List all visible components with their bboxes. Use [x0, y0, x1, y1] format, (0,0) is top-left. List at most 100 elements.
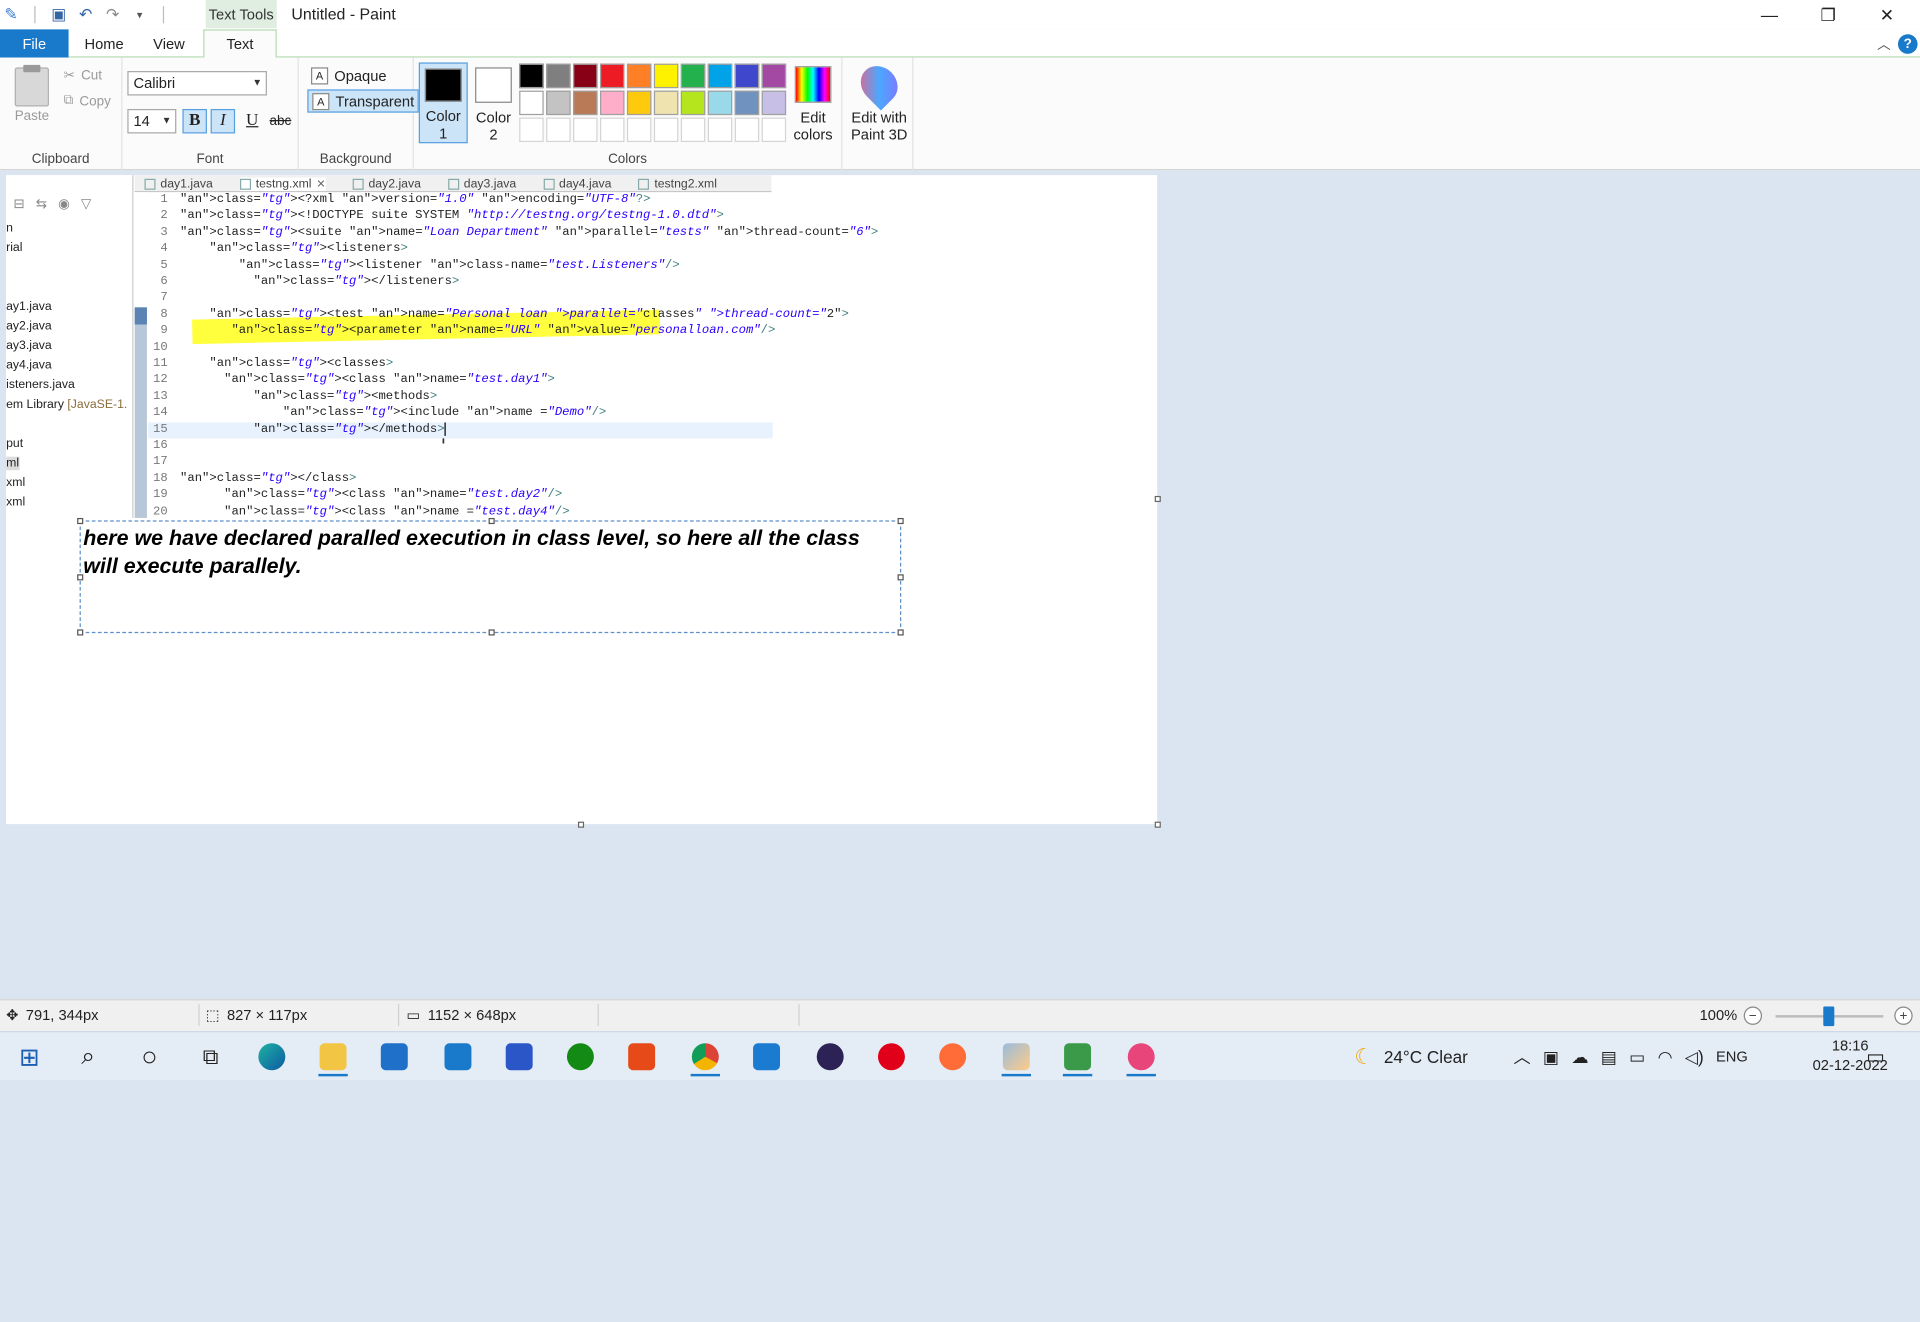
edit-colors-button[interactable]: Edit colors [789, 62, 838, 143]
custom-color-slot[interactable] [761, 117, 787, 143]
meet-icon[interactable]: ▣ [1543, 1046, 1559, 1067]
wifi-icon[interactable]: ◠ [1658, 1046, 1673, 1067]
resize-handle[interactable] [897, 629, 904, 636]
file-explorer-icon[interactable] [309, 1037, 358, 1077]
palette-swatch[interactable] [680, 90, 706, 116]
tab-view[interactable]: View [142, 29, 196, 57]
paste-icon[interactable] [14, 64, 49, 107]
canvas-resize-handle[interactable] [1154, 495, 1161, 503]
color1-button[interactable]: Color 1 [418, 62, 468, 144]
resize-handle[interactable] [897, 517, 904, 525]
palette-swatch[interactable] [519, 63, 544, 89]
canvas-resize-handle[interactable] [1154, 821, 1161, 828]
resize-handle[interactable] [488, 517, 495, 525]
custom-color-slot[interactable] [653, 117, 679, 143]
mail-icon[interactable] [433, 1037, 482, 1076]
edit-with-paint3d-button[interactable]: Edit with Paint 3D [850, 58, 909, 143]
palette-swatch[interactable] [600, 63, 625, 89]
custom-color-slot[interactable] [626, 117, 652, 143]
custom-color-slot[interactable] [680, 117, 706, 143]
app-icon[interactable] [742, 1037, 791, 1076]
palette-swatch[interactable] [734, 90, 760, 116]
tab-file[interactable]: File [0, 29, 69, 58]
custom-color-slot[interactable] [734, 117, 760, 143]
language-indicator[interactable]: ENG [1716, 1048, 1748, 1065]
zoom-slider-thumb[interactable] [1823, 1006, 1835, 1027]
font-size-select[interactable]: 14 ▼ [127, 108, 177, 134]
cloud-icon[interactable]: ☁ [1571, 1046, 1588, 1067]
office-icon[interactable] [617, 1037, 666, 1076]
paste-button[interactable]: Paste [15, 109, 49, 124]
color2-button[interactable]: Color 2 [469, 62, 518, 143]
search-icon[interactable]: ⌕ [64, 1037, 113, 1076]
start-windows-icon[interactable]: ⊞ [5, 1037, 54, 1076]
palette-swatch[interactable] [573, 63, 598, 89]
restore-button[interactable]: ❐ [1800, 0, 1856, 29]
strikethrough-button[interactable]: abc [268, 109, 292, 133]
customize-dropdown-icon[interactable]: ▾ [129, 4, 151, 26]
tab-text[interactable]: Text [203, 29, 277, 59]
palette-swatch[interactable] [653, 63, 679, 89]
azure-icon[interactable] [495, 1037, 544, 1076]
text-box-content[interactable]: here we have declared paralled execution… [83, 524, 891, 580]
italic-button[interactable]: I [210, 108, 236, 134]
chevron-up-icon[interactable]: ︿ [1513, 1044, 1530, 1068]
resize-handle[interactable] [897, 574, 904, 581]
palette-swatch[interactable] [573, 90, 598, 116]
custom-color-slot[interactable] [573, 117, 598, 143]
close-button[interactable]: ✕ [1859, 0, 1915, 29]
notifications-icon[interactable]: ▭ [1866, 1032, 1885, 1080]
undo-icon[interactable]: ↶ [75, 4, 97, 26]
zoom-out-button[interactable]: − [1743, 1006, 1763, 1025]
paint-taskbar-icon[interactable] [992, 1037, 1041, 1077]
zoom-in-button[interactable]: + [1894, 1006, 1913, 1025]
palette-swatch[interactable] [707, 63, 733, 89]
collapse-ribbon-icon[interactable]: ︿ [1877, 34, 1890, 54]
task-view-icon[interactable]: ⧉ [186, 1037, 235, 1076]
underline-button[interactable]: U [240, 109, 264, 133]
volume-icon[interactable]: ◁) [1685, 1046, 1704, 1067]
font-family-select[interactable]: Calibri ▼ [127, 71, 267, 96]
resize-handle[interactable] [488, 629, 495, 636]
microsoft-store-icon[interactable] [370, 1037, 419, 1076]
resize-handle[interactable] [77, 629, 84, 636]
palette-swatch[interactable] [653, 90, 679, 116]
transparent-option[interactable]: A Transparent [307, 89, 420, 113]
tab-home[interactable]: Home [76, 29, 132, 57]
custom-color-slot[interactable] [519, 117, 544, 143]
help-icon[interactable]: ? [1897, 34, 1918, 54]
opaque-option[interactable]: A Opaque [307, 64, 390, 87]
palette-swatch[interactable] [626, 90, 652, 116]
palette-swatch[interactable] [626, 63, 652, 89]
palette-swatch[interactable] [761, 90, 787, 116]
palette-swatch[interactable] [546, 90, 571, 116]
canvas-resize-handle[interactable] [577, 821, 585, 828]
palette-swatch[interactable] [734, 63, 760, 89]
eclipse-icon[interactable] [806, 1037, 855, 1076]
opera-icon[interactable] [867, 1037, 916, 1076]
palette-swatch[interactable] [546, 63, 571, 89]
cut-button[interactable]: ✂ Cut [64, 67, 102, 83]
palette-swatch[interactable] [707, 90, 733, 116]
battery-icon[interactable]: ▭ [1629, 1046, 1645, 1067]
palette-swatch[interactable] [761, 63, 787, 89]
edge-browser-icon[interactable] [247, 1037, 296, 1076]
chrome-icon[interactable] [681, 1037, 730, 1077]
palette-swatch[interactable] [600, 90, 625, 116]
xbox-icon[interactable] [556, 1037, 605, 1076]
image-viewer-icon[interactable] [1053, 1037, 1102, 1077]
redo-icon[interactable]: ↷ [102, 4, 124, 26]
text-box[interactable]: here we have declared paralled execution… [77, 517, 904, 636]
paint-app-icon[interactable]: ✎ [0, 4, 22, 26]
bold-button[interactable]: B [182, 108, 207, 134]
custom-color-slot[interactable] [707, 117, 733, 143]
drawing-canvas[interactable]: ⊟ ⇆ ◉ ▽ n rial ay1.java ay2.java ay3.jav… [6, 175, 1158, 825]
palette-swatch[interactable] [680, 63, 706, 89]
resize-handle[interactable] [77, 574, 84, 581]
tray-app-icon[interactable]: ▤ [1601, 1046, 1617, 1067]
snipping-tool-icon[interactable] [1117, 1037, 1166, 1077]
palette-swatch[interactable] [519, 90, 544, 116]
copy-button[interactable]: ⧉ Copy [64, 93, 111, 109]
save-icon[interactable]: ▣ [48, 4, 70, 26]
resize-handle[interactable] [77, 517, 84, 525]
